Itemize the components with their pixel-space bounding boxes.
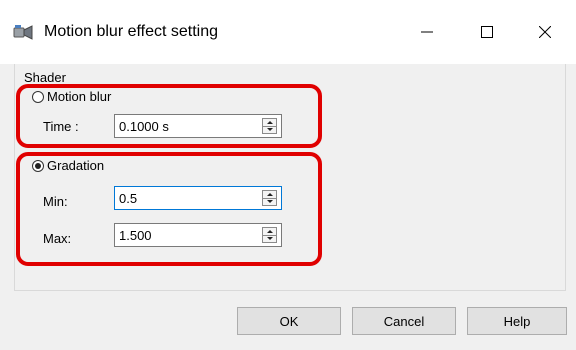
ok-button[interactable]: OK [237, 307, 341, 335]
radio-selected-dot [35, 162, 41, 169]
arrow-down-icon [266, 128, 273, 131]
max-decrement-button[interactable] [263, 235, 276, 242]
help-button[interactable]: Help [467, 307, 567, 335]
max-label: Max: [43, 231, 72, 246]
time-decrement-button[interactable] [263, 126, 276, 133]
time-label: Time : [43, 119, 79, 134]
close-button[interactable] [522, 14, 568, 50]
minimize-button[interactable] [404, 14, 450, 50]
cancel-button[interactable]: Cancel [352, 307, 456, 335]
min-label: Min: [43, 194, 68, 209]
arrow-down-icon [266, 200, 273, 203]
max-spin-buttons[interactable] [262, 227, 277, 243]
arrow-up-icon [266, 121, 273, 124]
window-title: Motion blur effect setting [44, 23, 219, 40]
max-spinbox[interactable]: 1.500 [114, 223, 282, 247]
motion-blur-label: Motion blur [47, 89, 112, 104]
gradation-radio[interactable]: Gradation [32, 158, 104, 173]
max-input[interactable]: 1.500 [119, 228, 152, 243]
motion-blur-app-icon [12, 22, 34, 42]
time-input[interactable]: 0.1000 s [119, 119, 169, 134]
min-spin-buttons[interactable] [262, 190, 277, 206]
maximize-icon [481, 26, 493, 38]
min-decrement-button[interactable] [263, 198, 276, 205]
shader-group-label: Shader [24, 70, 66, 85]
gradation-radio-circle[interactable] [32, 159, 44, 172]
time-spin-buttons[interactable] [262, 118, 277, 134]
min-spinbox[interactable]: 0.5 [114, 186, 282, 210]
arrow-up-icon [266, 230, 273, 233]
close-icon [539, 26, 551, 38]
motion-blur-radio[interactable]: Motion blur [32, 89, 111, 104]
time-spinbox[interactable]: 0.1000 s [114, 114, 282, 138]
arrow-up-icon [266, 193, 273, 196]
minimize-icon [421, 31, 433, 33]
gradation-label: Gradation [47, 158, 105, 173]
title-bar: Motion blur effect setting [0, 0, 576, 64]
min-input[interactable]: 0.5 [119, 191, 137, 206]
motion-blur-radio-circle[interactable] [32, 90, 44, 103]
maximize-button[interactable] [464, 14, 510, 50]
arrow-down-icon [266, 237, 273, 240]
